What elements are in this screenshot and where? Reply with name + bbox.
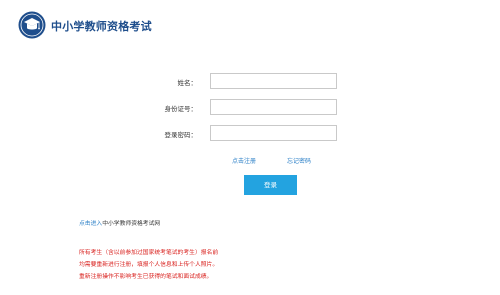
name-label: 姓名： [177, 79, 198, 87]
site-title: 中小学教师资格考试 [51, 20, 152, 33]
header: 中小学教师资格考试 [0, 0, 500, 50]
login-button[interactable]: 登录 [244, 175, 297, 195]
notice-line: 所有考生（含以前参加过国家统考笔试的考生）报名前 [79, 250, 219, 256]
forgot-password-link[interactable]: 忘记密码 [287, 156, 311, 165]
id-number-input[interactable] [210, 99, 337, 115]
password-label: 登录密码： [164, 131, 198, 139]
notice-line: 均需要重新进行注册，填报个人信息和上传个人照片。 [79, 262, 219, 268]
portal-line: 点击进入中小学教师资格考试网 [79, 218, 160, 227]
register-link[interactable]: 点击注册 [232, 156, 256, 165]
name-input[interactable] [210, 73, 337, 89]
password-input[interactable] [210, 125, 337, 141]
notice-line: 重新注册操作不影响考生已获得的笔试和面试成绩。 [79, 274, 213, 280]
portal-site-name: 中小学教师资格考试网 [102, 221, 161, 227]
portal-enter-link[interactable]: 点击进入 [79, 221, 102, 227]
id-number-label: 身份证号： [164, 105, 198, 113]
graduation-cap-emblem-icon [18, 11, 46, 39]
